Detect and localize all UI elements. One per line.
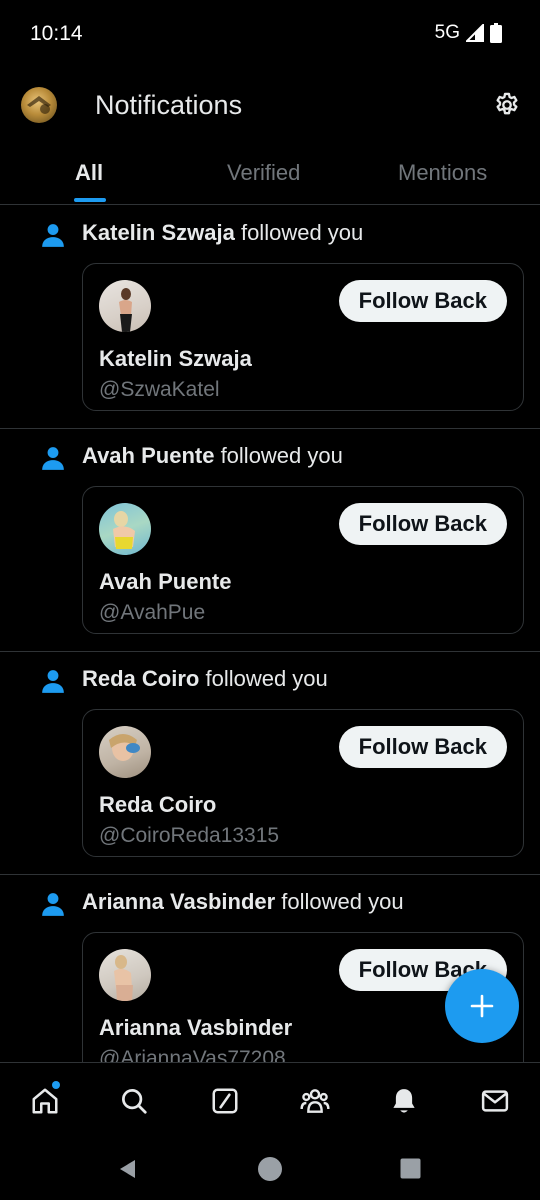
follower-name[interactable]: Reda Coiro bbox=[82, 666, 199, 691]
user-name[interactable]: Reda Coiro bbox=[99, 792, 216, 818]
profile-avatar[interactable] bbox=[21, 87, 57, 123]
nav-notifications[interactable] bbox=[386, 1083, 422, 1119]
user-card[interactable]: Follow Back Avah Puente @AvahPue bbox=[82, 486, 524, 634]
home-circle-icon[interactable] bbox=[257, 1156, 283, 1182]
active-tab-indicator bbox=[74, 198, 106, 202]
follower-name[interactable]: Avah Puente bbox=[82, 443, 214, 468]
status-bar: 10:14 5G bbox=[0, 0, 540, 68]
follow-back-button[interactable]: Follow Back bbox=[338, 503, 507, 545]
recents-icon[interactable] bbox=[400, 1158, 421, 1179]
nav-messages[interactable] bbox=[477, 1083, 513, 1119]
tab-all[interactable]: All bbox=[75, 160, 103, 186]
tab-verified[interactable]: Verified bbox=[227, 160, 300, 186]
user-handle: @AvahPue bbox=[99, 601, 206, 624]
notification-item[interactable]: Katelin Szwaja followed you Follow Back … bbox=[0, 206, 540, 429]
signal-icon bbox=[466, 24, 484, 42]
user-handle: @AriannaVas77208 bbox=[99, 1047, 286, 1062]
home-badge-dot bbox=[52, 1081, 60, 1089]
avatar[interactable] bbox=[99, 503, 151, 555]
user-name[interactable]: Katelin Szwaja bbox=[99, 346, 252, 372]
top-app-bar: Notifications bbox=[0, 68, 540, 148]
network-type: 5G bbox=[434, 22, 460, 43]
nav-grok[interactable] bbox=[207, 1083, 243, 1119]
back-icon[interactable] bbox=[117, 1158, 139, 1180]
notification-text: Arianna Vasbinder followed you bbox=[82, 889, 404, 915]
user-name[interactable]: Avah Puente bbox=[99, 569, 231, 595]
gear-icon bbox=[496, 92, 518, 115]
notifications-feed[interactable]: Katelin Szwaja followed you Follow Back … bbox=[0, 206, 540, 1062]
grok-icon bbox=[212, 1088, 238, 1114]
settings-button[interactable] bbox=[490, 88, 524, 122]
user-name[interactable]: Arianna Vasbinder bbox=[99, 1015, 292, 1041]
bottom-navigation bbox=[0, 1062, 540, 1138]
follower-name[interactable]: Katelin Szwaja bbox=[82, 220, 235, 245]
person-icon bbox=[42, 447, 64, 470]
avatar[interactable] bbox=[99, 949, 151, 1001]
avatar[interactable] bbox=[99, 726, 151, 778]
person-icon bbox=[42, 224, 64, 247]
notification-text: Reda Coiro followed you bbox=[82, 666, 328, 692]
notifications-icon bbox=[393, 1089, 415, 1113]
system-navigation-bar bbox=[0, 1138, 540, 1200]
compose-button[interactable] bbox=[445, 969, 519, 1043]
status-icons: 5G bbox=[435, 22, 502, 44]
follower-name[interactable]: Arianna Vasbinder bbox=[82, 889, 275, 914]
mail-icon bbox=[481, 1090, 509, 1112]
tab-mentions[interactable]: Mentions bbox=[398, 160, 487, 186]
page-title: Notifications bbox=[95, 90, 243, 120]
search-icon bbox=[122, 1089, 147, 1114]
battery-icon bbox=[490, 23, 502, 43]
nav-search[interactable] bbox=[116, 1083, 152, 1119]
user-handle: @CoiroReda13315 bbox=[99, 824, 280, 847]
tab-bar: All Verified Mentions bbox=[0, 148, 540, 205]
communities-icon bbox=[300, 1089, 330, 1113]
avatar[interactable] bbox=[99, 280, 151, 332]
notification-action: followed you bbox=[199, 666, 328, 691]
user-card[interactable]: Follow Back Katelin Szwaja @SzwaKatel bbox=[82, 263, 524, 411]
notification-action: followed you bbox=[275, 889, 404, 914]
person-icon bbox=[42, 670, 64, 693]
notification-item[interactable]: Avah Puente followed you Follow Back Ava… bbox=[0, 429, 540, 652]
home-icon bbox=[32, 1088, 58, 1114]
follow-back-button[interactable]: Follow Back bbox=[338, 726, 507, 768]
follow-back-button[interactable]: Follow Back bbox=[338, 280, 507, 322]
notification-text: Katelin Szwaja followed you bbox=[82, 220, 363, 246]
user-card[interactable]: Follow Back Reda Coiro @CoiroReda13315 bbox=[82, 709, 524, 857]
notification-action: followed you bbox=[214, 443, 343, 468]
user-handle: @SzwaKatel bbox=[99, 378, 220, 401]
notification-text: Avah Puente followed you bbox=[82, 443, 343, 469]
nav-communities[interactable] bbox=[297, 1083, 333, 1119]
notification-action: followed you bbox=[234, 220, 364, 245]
person-icon bbox=[42, 893, 64, 916]
status-time: 10:14 bbox=[30, 22, 83, 45]
notification-item[interactable]: Reda Coiro followed you Follow Back Reda… bbox=[0, 652, 540, 875]
plus-icon bbox=[470, 994, 494, 1018]
